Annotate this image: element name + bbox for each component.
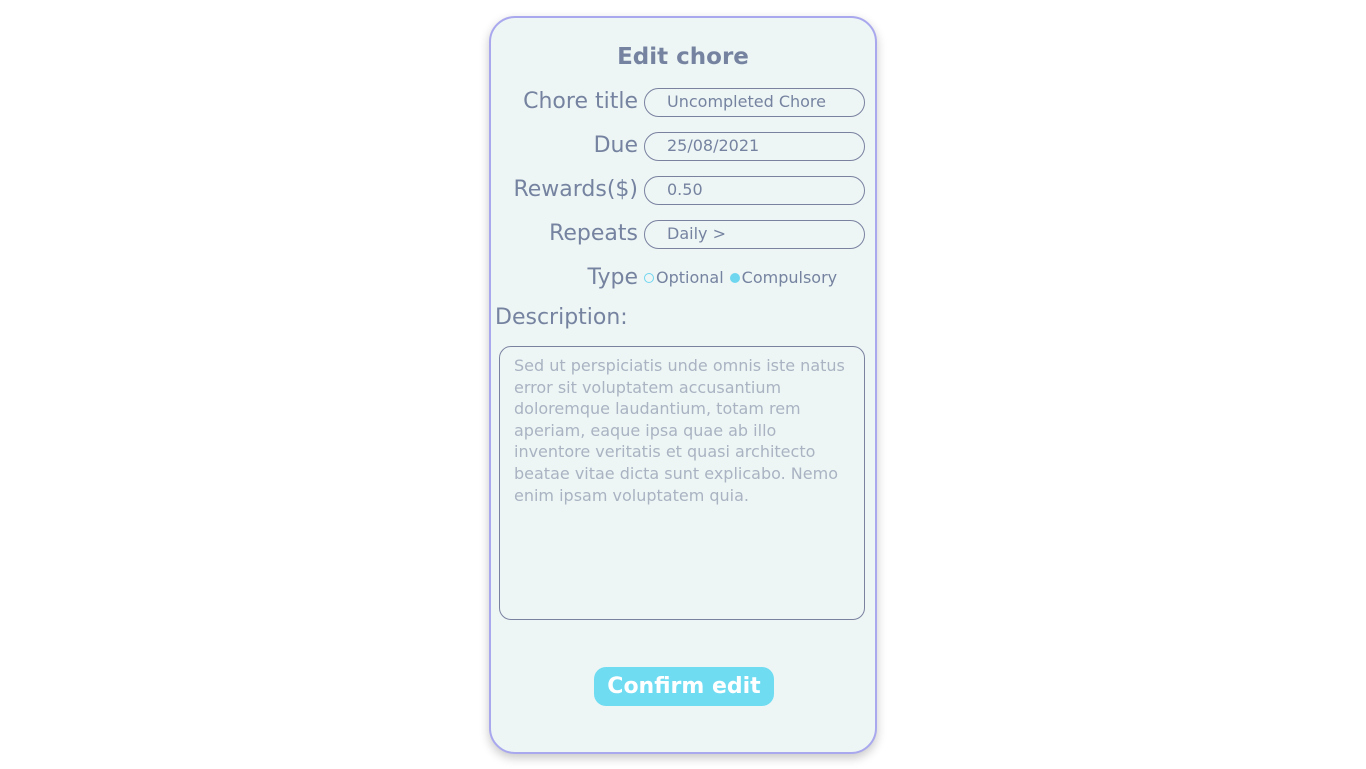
radio-compulsory[interactable]: Compulsory [729, 263, 838, 293]
repeats-select[interactable]: Daily > [644, 220, 865, 249]
rewards-input[interactable]: 0.50 [644, 176, 865, 205]
type-radio-group: Optional Compulsory [644, 263, 843, 293]
confirm-edit-button[interactable]: Confirm edit [594, 667, 774, 706]
radio-optional[interactable]: Optional [644, 263, 724, 293]
edit-chore-card: Edit chore Chore title Uncompleted Chore… [489, 16, 877, 754]
radio-compulsory-label: Compulsory [741, 268, 838, 287]
description-textarea[interactable]: Sed ut perspiciatis unde omnis iste natu… [499, 346, 865, 620]
radio-optional-icon [644, 273, 654, 283]
repeats-label: Repeats [549, 221, 638, 246]
description-label: Description: [495, 305, 628, 330]
type-label: Type [587, 265, 638, 290]
type-row: Type Optional Compulsory [491, 263, 875, 293]
radio-optional-label: Optional [656, 268, 724, 287]
due-row: Due 25/08/2021 [491, 131, 875, 161]
chore-title-row: Chore title Uncompleted Chore [491, 87, 875, 117]
page-title: Edit chore [617, 44, 749, 70]
rewards-label: Rewards($) [513, 177, 638, 202]
radio-compulsory-icon [729, 273, 740, 283]
due-date-input[interactable]: 25/08/2021 [644, 132, 865, 161]
chore-title-label: Chore title [523, 89, 638, 114]
due-label: Due [593, 133, 638, 158]
repeats-row: Repeats Daily > [491, 219, 875, 249]
chore-title-input[interactable]: Uncompleted Chore [644, 88, 865, 117]
rewards-row: Rewards($) 0.50 [491, 175, 875, 205]
